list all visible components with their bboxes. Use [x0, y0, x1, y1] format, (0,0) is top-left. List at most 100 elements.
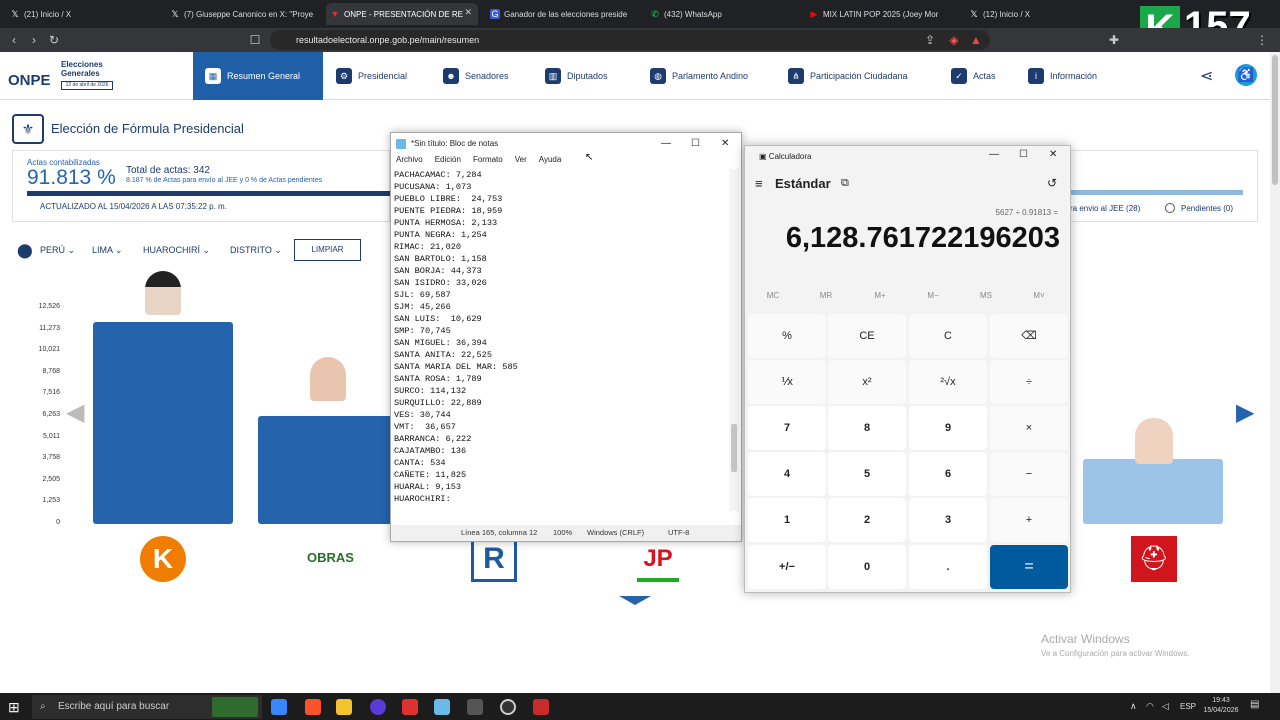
memory-button[interactable]: MC — [748, 291, 798, 300]
menu-resumen-general[interactable]: ▦ Resumen General — [193, 52, 323, 100]
memory-button[interactable]: M− — [908, 291, 958, 300]
calc-key[interactable]: 4 — [748, 452, 826, 496]
notepad-scrollbar[interactable] — [729, 169, 739, 511]
extensions-icon[interactable]: ✚ — [1104, 30, 1124, 50]
bookmark-icon[interactable]: ☐ — [245, 30, 265, 50]
menu-presidencial[interactable]: ⚙ Presidencial — [336, 52, 407, 100]
brave-shield-icon[interactable]: ◈ — [944, 30, 964, 50]
history-icon[interactable]: ↺ — [1047, 176, 1057, 190]
share-icon[interactable]: ⇪ — [920, 30, 940, 50]
calc-key[interactable]: 1 — [748, 498, 826, 542]
menu-participacion[interactable]: ⋔ Participación Ciudadana — [788, 52, 908, 100]
chart-bar[interactable] — [1083, 459, 1223, 524]
menu-formato[interactable]: Formato — [473, 155, 503, 169]
rewards-icon[interactable]: ▲ — [966, 30, 986, 50]
calc-key[interactable]: 3 — [909, 498, 987, 542]
calc-key[interactable]: . — [909, 545, 987, 589]
menu-parlamento-andino[interactable]: ◍ Parlamento Andino — [650, 52, 748, 100]
menu-actas[interactable]: ✓ Actas — [951, 52, 996, 100]
url-field[interactable]: resultadoelectoral.onpe.gob.pe/main/resu… — [270, 30, 990, 50]
accessibility-icon[interactable]: ♿ — [1235, 64, 1257, 86]
notepad-taskbar-icon[interactable] — [434, 699, 450, 715]
back-icon[interactable]: ‹ — [4, 30, 24, 50]
browser-tab-active[interactable]: ▼ ONPE - PRESENTACIÓN DE RE ✕ — [326, 3, 478, 25]
calc-key[interactable]: ²√x — [909, 360, 987, 404]
calc-key[interactable]: ⌫ — [990, 314, 1068, 358]
clear-button[interactable]: LIMPIAR — [294, 239, 361, 261]
notifications-icon[interactable]: ▤ — [1250, 699, 1259, 710]
calc-key[interactable]: 0 — [828, 545, 906, 589]
memory-button[interactable]: M+ — [855, 291, 905, 300]
maximize-icon[interactable]: ☐ — [691, 133, 700, 155]
calc-key[interactable]: 6 — [909, 452, 987, 496]
calc-key[interactable]: 8 — [828, 406, 906, 450]
filter-peru[interactable]: PERÚ ⌄ — [40, 245, 75, 256]
obs-icon[interactable] — [500, 699, 516, 715]
keep-on-top-icon[interactable]: ⧉ — [841, 177, 849, 190]
minimize-icon[interactable]: — — [989, 149, 999, 160]
calc-key[interactable]: x² — [828, 360, 906, 404]
close-icon[interactable]: ✕ — [1049, 149, 1057, 160]
menu-ver[interactable]: Ver — [515, 155, 527, 169]
close-tab-icon[interactable]: ✕ — [464, 7, 472, 18]
calc-key[interactable]: ⅟x — [748, 360, 826, 404]
menu-archivo[interactable]: Archivo — [396, 155, 423, 169]
minimize-icon[interactable]: — — [661, 133, 671, 155]
share-icon[interactable]: ⋖ — [1200, 66, 1213, 86]
language-indicator[interactable]: ESP — [1180, 702, 1196, 711]
browser-tab[interactable]: 𝕏 (21) Inicio / X — [6, 3, 161, 25]
calc-key[interactable]: 2 — [828, 498, 906, 542]
browser-tab[interactable]: 𝕏 (12) Inicio / X — [965, 3, 1085, 25]
filter-huarochiri[interactable]: HUAROCHIRÍ ⌄ — [143, 245, 210, 256]
memory-button[interactable]: MS — [961, 291, 1011, 300]
brave-icon[interactable] — [305, 699, 321, 715]
chart-bar[interactable] — [258, 416, 398, 524]
clock[interactable]: 19:43 15/04/2026 — [1202, 696, 1240, 716]
app-icon[interactable] — [402, 699, 418, 715]
pending-radio[interactable] — [1165, 203, 1175, 213]
browser-tab[interactable]: 𝕏 (7) Giuseppe Canonico en X: "Proye — [166, 3, 321, 25]
chevron-right-icon[interactable]: ▶ — [1236, 398, 1254, 427]
calc-key[interactable]: +/− — [748, 545, 826, 589]
calc-key[interactable]: 7 — [748, 406, 826, 450]
browser-tab[interactable]: ✆ (432) WhatsApp — [646, 3, 796, 25]
calc-key[interactable]: + — [990, 498, 1068, 542]
menu-senadores[interactable]: ☻ Senadores — [443, 52, 509, 100]
hamburger-icon[interactable]: ≡ — [755, 176, 763, 191]
onpe-logo[interactable]: ONPE — [8, 58, 58, 94]
calc-key[interactable]: = — [990, 545, 1068, 589]
notepad-text-area[interactable]: PACHACAMAC: 7,284 PUCUSANA: 1,073 PUEBLO L… — [394, 169, 730, 509]
tray-arrow-icon[interactable]: ∧ — [1130, 701, 1137, 712]
calc-key[interactable]: C — [909, 314, 987, 358]
calc-key[interactable]: % — [748, 314, 826, 358]
close-icon[interactable]: ✕ — [721, 133, 729, 155]
calc-key[interactable]: CE — [828, 314, 906, 358]
media-icon[interactable] — [533, 699, 549, 715]
scroll-down-icon[interactable] — [619, 596, 651, 605]
calc-key[interactable]: 5 — [828, 452, 906, 496]
volume-icon[interactable]: ◁ — [1162, 701, 1169, 712]
browser-tab[interactable]: G Ganador de las elecciones preside — [486, 3, 636, 25]
chart-bar[interactable] — [93, 322, 233, 524]
filter-lima[interactable]: LIMA ⌄ — [92, 245, 123, 256]
forward-icon[interactable]: › — [24, 30, 44, 50]
menu-diputados[interactable]: ▥ Diputados — [545, 52, 608, 100]
memory-button[interactable]: M˅ — [1014, 291, 1064, 300]
reload-icon[interactable]: ↻ — [44, 30, 64, 50]
menu-ayuda[interactable]: Ayuda — [539, 155, 562, 169]
menu-informacion[interactable]: i Información — [1028, 52, 1097, 100]
discord-icon[interactable] — [370, 699, 386, 715]
menu-icon[interactable]: ⋮ — [1252, 30, 1272, 50]
memory-button[interactable]: MR — [801, 291, 851, 300]
calc-key[interactable]: 9 — [909, 406, 987, 450]
wifi-icon[interactable]: ◠ — [1146, 701, 1154, 712]
calc-key[interactable]: × — [990, 406, 1068, 450]
filter-distrito[interactable]: DISTRITO ⌄ — [230, 245, 282, 256]
calculator-taskbar-icon[interactable] — [467, 699, 483, 715]
chevron-left-icon[interactable]: ◀ — [66, 398, 84, 427]
calc-key[interactable]: − — [990, 452, 1068, 496]
file-explorer-icon[interactable] — [336, 699, 352, 715]
browser-tab[interactable]: ▶ MIX LATIN POP 2025 (Joey Mor — [805, 3, 955, 25]
copilot-icon[interactable] — [271, 699, 287, 715]
page-scrollbar[interactable] — [1270, 52, 1280, 693]
